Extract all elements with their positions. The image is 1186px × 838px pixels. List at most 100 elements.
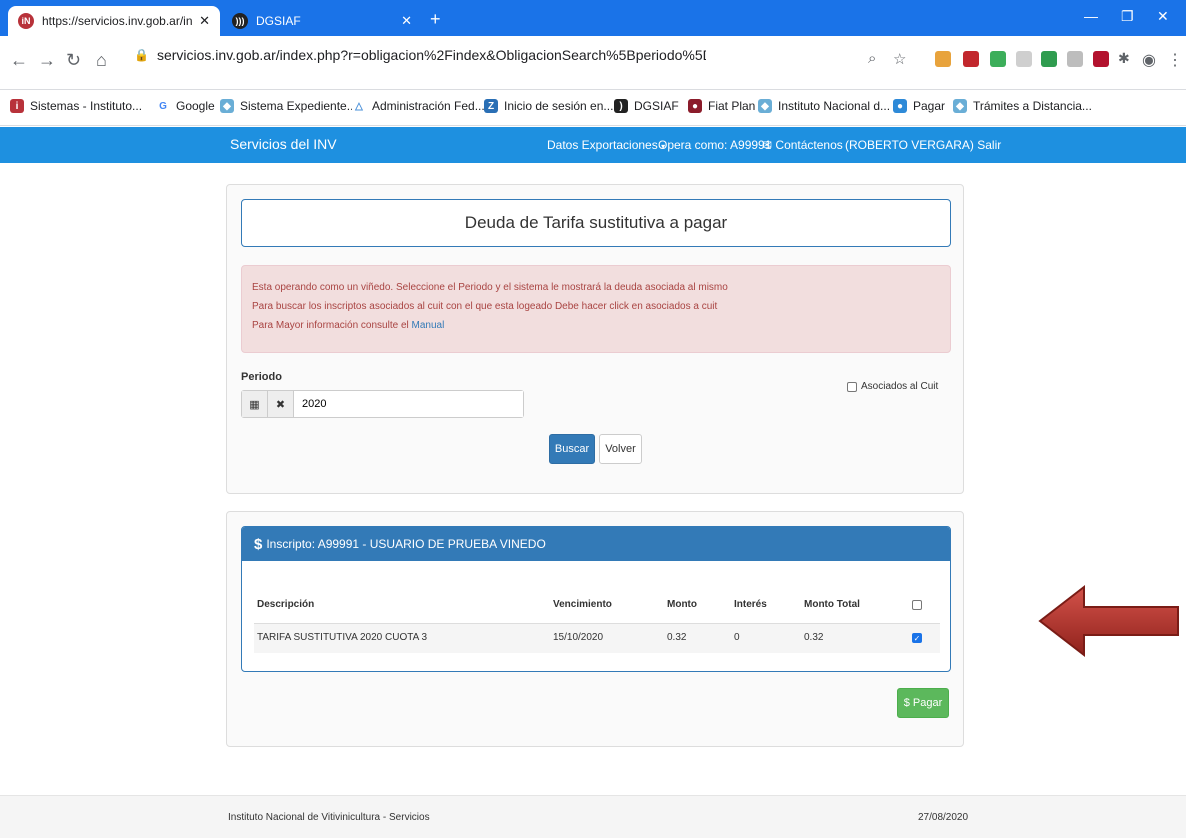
- close-tab-icon[interactable]: ✕: [401, 13, 412, 29]
- tab-servicios[interactable]: iN https://servicios.inv.gob.ar/index ✕: [8, 6, 220, 36]
- argentina-icon: ◆: [758, 99, 772, 113]
- extension-icon[interactable]: [1093, 51, 1109, 67]
- periodo-label: Periodo: [241, 371, 282, 383]
- asociados-checkbox-wrap[interactable]: Asociados al Cuit: [847, 381, 938, 392]
- col-vencimiento: Vencimiento: [553, 599, 612, 610]
- row-vencimiento: 15/10/2020: [553, 632, 604, 643]
- app-navbar: Servicios del INV Datos Exportaciones ▾ …: [0, 127, 1186, 163]
- bookmark-item[interactable]: ● Fiat Plan: [688, 99, 755, 113]
- new-tab-icon[interactable]: +: [430, 9, 441, 30]
- alert-line: Para buscar los inscriptos asociados al …: [252, 301, 718, 312]
- row-checkbox[interactable]: ✓: [912, 633, 922, 643]
- info-alert: Esta operando como un viñedo. Seleccione…: [241, 265, 951, 353]
- asociados-label: Asociados al Cuit: [861, 381, 939, 392]
- footer: Instituto Nacional de Vitivinicultura - …: [0, 795, 1186, 838]
- envelope-icon: ✉: [762, 138, 773, 152]
- row-monto-total: 0.32: [804, 632, 824, 643]
- dgsiaf-favicon-icon: ))): [232, 13, 248, 29]
- periodo-input[interactable]: [294, 391, 523, 417]
- bookmark-item[interactable]: ◆ Instituto Nacional d...: [758, 99, 890, 113]
- extension-icon[interactable]: [935, 51, 951, 67]
- clear-icon[interactable]: ✖: [268, 391, 294, 417]
- bookmark-item[interactable]: ◆ Trámites a Distancia...: [953, 99, 1092, 113]
- footer-text: Instituto Nacional de Vitivinicultura - …: [228, 812, 430, 823]
- bookmark-item[interactable]: ◆ Sistema Expediente...: [220, 99, 357, 113]
- argentina-icon: ◆: [220, 99, 234, 113]
- inscripto-header: $ Inscripto: A99991 - USUARIO DE PRUEBA …: [242, 527, 950, 561]
- footer-date: 27/08/2020: [918, 812, 969, 823]
- row-interes: 0: [734, 632, 740, 643]
- calendar-icon[interactable]: ▦: [242, 391, 268, 417]
- pagar-icon: ●: [893, 99, 907, 113]
- annotation-arrow-icon: [1038, 584, 1179, 658]
- opera-como-link[interactable]: Opera como: A99991: [658, 138, 771, 152]
- pagar-button[interactable]: $ Pagar: [897, 688, 949, 718]
- lock-icon: 🔒: [134, 48, 149, 62]
- col-interes: Interés: [734, 599, 767, 610]
- logout-link[interactable]: (ROBERTO VERGARA) Salir: [845, 138, 1001, 152]
- tab-dgsiaf[interactable]: ))) DGSIAF ✕: [222, 6, 422, 36]
- profile-icon[interactable]: ◉: [1142, 50, 1156, 70]
- reload-icon[interactable]: ↻: [66, 50, 81, 71]
- dgsiaf-icon: ): [614, 99, 628, 113]
- close-tab-icon[interactable]: ✕: [199, 13, 210, 29]
- bookmark-item[interactable]: Z Inicio de sesión en...: [484, 99, 613, 113]
- zoom-icon[interactable]: ⌕: [868, 50, 876, 67]
- close-window-icon[interactable]: ✕: [1157, 8, 1169, 25]
- dollar-icon: $: [254, 535, 263, 553]
- buscar-button[interactable]: Buscar: [549, 434, 595, 464]
- bookmark-item[interactable]: G Google: [156, 99, 215, 113]
- search-panel: Deuda de Tarifa sustitutiva a pagar Esta…: [226, 184, 964, 494]
- argentina-icon: ◆: [953, 99, 967, 113]
- inv-icon: i: [10, 99, 24, 113]
- extensions-puzzle-icon[interactable]: ✱: [1118, 50, 1130, 67]
- inv-favicon-icon: iN: [18, 13, 34, 29]
- bookmark-item[interactable]: △ Administración Fed...: [352, 99, 485, 113]
- extension-icon[interactable]: [1041, 51, 1057, 67]
- star-icon[interactable]: ☆: [893, 50, 906, 68]
- extension-icon[interactable]: [1067, 51, 1083, 67]
- tab-title: DGSIAF: [256, 14, 301, 28]
- google-icon: G: [156, 99, 170, 113]
- home-icon[interactable]: ⌂: [96, 50, 107, 71]
- extension-icon[interactable]: [963, 51, 979, 67]
- menu-icon[interactable]: ⋮: [1167, 50, 1183, 70]
- fiat-icon: ●: [688, 99, 702, 113]
- restore-icon[interactable]: ❐: [1121, 8, 1134, 25]
- inscripto-title: Inscripto: A99991 - USUARIO DE PRUEBA VI…: [266, 537, 546, 551]
- address-bar: ← → ↻ ⌂ 🔒 servicios.inv.gob.ar/index.php…: [0, 36, 1186, 90]
- afip-icon: △: [352, 99, 366, 113]
- bookmarks-bar: i Sistemas - Instituto... G Google ◆ Sistem…: [0, 90, 1186, 126]
- manual-link[interactable]: Manual: [412, 320, 445, 331]
- url-text: servicios.inv.gob.ar/index.php?r=obligac…: [156, 47, 706, 63]
- row-monto: 0.32: [667, 632, 687, 643]
- bookmark-item[interactable]: ) DGSIAF: [614, 99, 679, 113]
- page-title: Deuda de Tarifa sustitutiva a pagar: [241, 199, 951, 247]
- asociados-checkbox[interactable]: [847, 381, 857, 392]
- bookmark-item[interactable]: ● Pagar: [893, 99, 945, 113]
- row-descripcion: TARIFA SUSTITUTIVA 2020 CUOTA 3: [257, 632, 428, 643]
- contact-link[interactable]: ✉ Contáctenos: [762, 138, 843, 152]
- results-panel: $ Inscripto: A99991 - USUARIO DE PRUEBA …: [226, 511, 964, 747]
- exports-dropdown[interactable]: Datos Exportaciones ▾: [547, 138, 665, 152]
- bookmark-item[interactable]: i Sistemas - Instituto...: [10, 99, 142, 113]
- url-input[interactable]: 🔒 servicios.inv.gob.ar/index.php?r=oblig…: [126, 42, 706, 68]
- minimize-icon[interactable]: —: [1084, 8, 1098, 24]
- brand-link[interactable]: Servicios del INV: [230, 136, 337, 152]
- periodo-input-group: ▦ ✖: [241, 390, 524, 418]
- col-monto: Monto: [667, 599, 697, 610]
- back-icon[interactable]: ←: [10, 50, 28, 71]
- alert-line: Para Mayor información consulte el Manua…: [252, 320, 445, 331]
- select-all-checkbox[interactable]: [912, 600, 922, 610]
- alert-line: Esta operando como un viñedo. Seleccione…: [252, 282, 728, 293]
- col-monto-total: Monto Total: [804, 599, 860, 610]
- extension-icon[interactable]: [1016, 51, 1032, 67]
- browser-tab-bar: iN https://servicios.inv.gob.ar/index ✕ …: [0, 0, 1186, 36]
- volver-button[interactable]: Volver: [599, 434, 642, 464]
- col-descripcion: Descripción: [257, 599, 315, 610]
- tab-title: https://servicios.inv.gob.ar/index: [42, 14, 193, 28]
- extension-icon[interactable]: [990, 51, 1006, 67]
- debt-table-panel: $ Inscripto: A99991 - USUARIO DE PRUEBA …: [241, 526, 951, 672]
- zimbra-icon: Z: [484, 99, 498, 113]
- forward-icon[interactable]: →: [38, 50, 56, 71]
